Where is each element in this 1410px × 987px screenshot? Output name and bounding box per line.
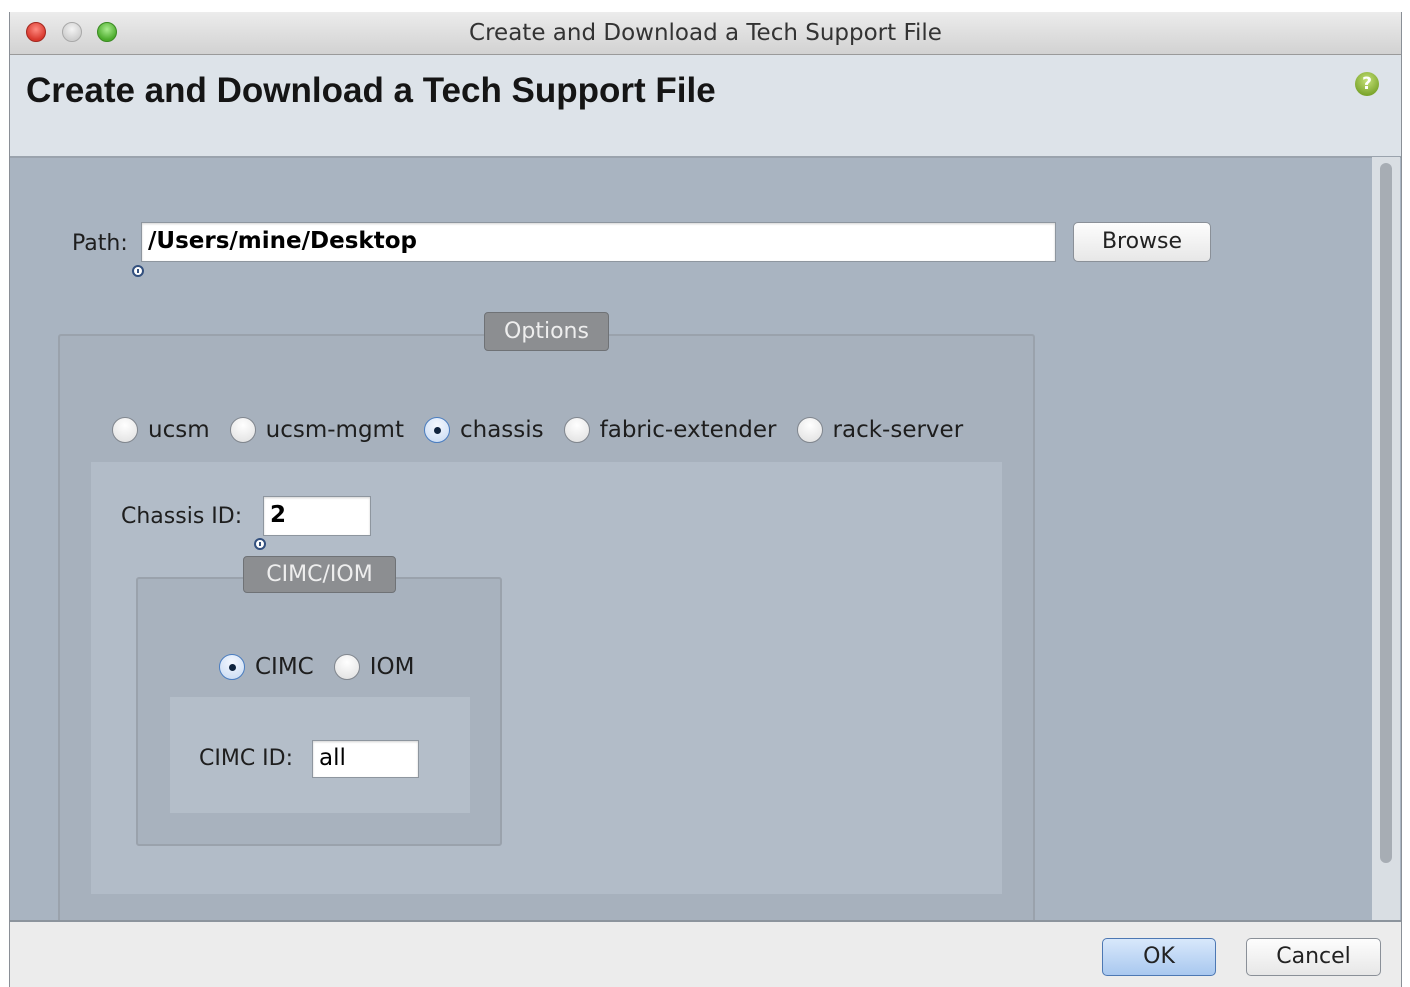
window-title: Create and Download a Tech Support File xyxy=(469,20,942,46)
chassis-id-info-marker-icon xyxy=(254,538,266,550)
chassis-id-label: Chassis ID: xyxy=(121,504,243,529)
radio-option-iom[interactable]: IOM xyxy=(333,654,415,680)
path-input[interactable]: /Users/mine/Desktop xyxy=(141,222,1056,262)
radio-button[interactable] xyxy=(229,417,256,443)
radio-button[interactable] xyxy=(112,417,138,443)
radio-label: CIMC xyxy=(255,654,314,680)
radio-label: ucsm xyxy=(148,417,210,443)
radio-button[interactable] xyxy=(563,417,590,443)
radio-option-chassis[interactable]: chassis xyxy=(423,417,544,443)
radio-button-selected[interactable] xyxy=(219,654,245,680)
radio-button[interactable] xyxy=(333,654,360,680)
cimc-id-label: CIMC ID: xyxy=(199,746,294,771)
page-title: Create and Download a Tech Support File xyxy=(26,71,716,110)
radio-label: chassis xyxy=(459,417,544,443)
cimc-id-input[interactable]: all xyxy=(312,740,419,778)
help-icon[interactable]: ? xyxy=(1355,72,1379,96)
chassis-id-input[interactable]: 2 xyxy=(263,496,371,536)
cimc-iom-radio-group: CIMC IOM xyxy=(219,654,434,680)
radio-option-rack-server[interactable]: rack-server xyxy=(796,417,964,443)
vertical-scrollbar[interactable] xyxy=(1372,157,1400,920)
radio-label: ucsm-mgmt xyxy=(265,417,404,443)
radio-label: fabric-extender xyxy=(599,417,777,443)
path-label: Path: xyxy=(72,231,128,256)
radio-option-cimc[interactable]: CIMC xyxy=(219,654,314,680)
options-radio-group: ucsm ucsm-mgmt chassis fabric-extender r… xyxy=(112,417,983,443)
radio-button[interactable] xyxy=(796,417,823,443)
browse-button[interactable]: Browse xyxy=(1073,222,1211,262)
dialog-window: Create and Download a Tech Support File … xyxy=(9,12,1402,987)
radio-option-ucsm-mgmt[interactable]: ucsm-mgmt xyxy=(229,417,404,443)
radio-option-fabric-extender[interactable]: fabric-extender xyxy=(563,417,777,443)
path-info-marker-icon xyxy=(132,265,144,277)
ok-button[interactable]: OK xyxy=(1102,938,1216,976)
scrollbar-thumb[interactable] xyxy=(1380,163,1392,863)
title-bar: Create and Download a Tech Support File xyxy=(10,12,1401,55)
radio-option-ucsm[interactable]: ucsm xyxy=(112,417,210,443)
radio-button-selected[interactable] xyxy=(423,417,450,443)
radio-label: rack-server xyxy=(832,417,964,443)
cimc-iom-group-label: CIMC/IOM xyxy=(243,556,396,593)
cancel-button[interactable]: Cancel xyxy=(1246,938,1381,976)
options-group-label: Options xyxy=(484,312,609,351)
dialog-footer: OK Cancel xyxy=(10,920,1401,987)
radio-label: IOM xyxy=(369,654,415,680)
dialog-header: Create and Download a Tech Support File … xyxy=(10,55,1401,158)
